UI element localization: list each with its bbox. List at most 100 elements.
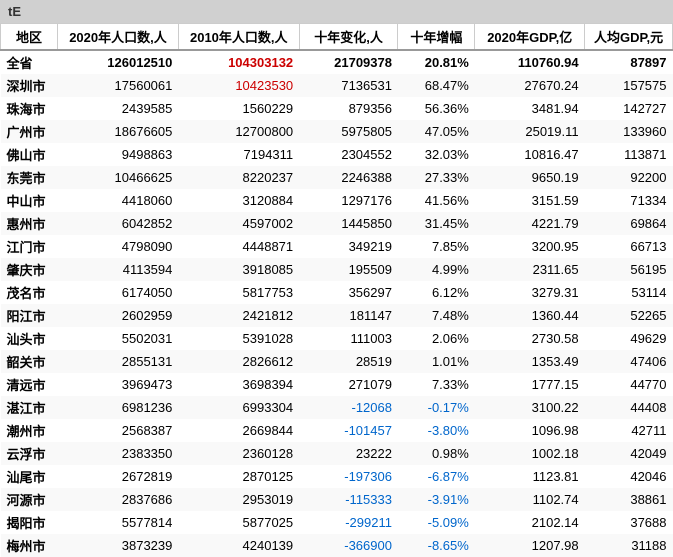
- cell-18-0: 汕尾市: [1, 465, 58, 488]
- cell-12-6: 49629: [585, 327, 673, 350]
- cell-13-3: 28519: [299, 350, 398, 373]
- table-row: 珠海市2439585156022987935656.36%3481.941427…: [1, 97, 673, 120]
- table-row: 清远市396947336983942710797.33%1777.1544770: [1, 373, 673, 396]
- cell-10-2: 5817753: [178, 281, 299, 304]
- cell-3-1: 18676605: [58, 120, 179, 143]
- col-header-2: 2010年人口数,人: [178, 24, 299, 51]
- cell-13-0: 韶关市: [1, 350, 58, 373]
- col-header-0: 地区: [1, 24, 58, 51]
- cell-3-0: 广州市: [1, 120, 58, 143]
- cell-15-3: -12068: [299, 396, 398, 419]
- table-row: 茂名市617405058177533562976.12%3279.3153114: [1, 281, 673, 304]
- cell-20-5: 2102.14: [475, 511, 585, 534]
- table-row: 东莞市104666258220237224638827.33%9650.1992…: [1, 166, 673, 189]
- cell-17-1: 2383350: [58, 442, 179, 465]
- table-row: 云浮市23833502360128232220.98%1002.1842049: [1, 442, 673, 465]
- cell-10-0: 茂名市: [1, 281, 58, 304]
- cell-5-5: 9650.19: [475, 166, 585, 189]
- cell-14-0: 清远市: [1, 373, 58, 396]
- cell-9-6: 56195: [585, 258, 673, 281]
- cell-11-4: 7.48%: [398, 304, 475, 327]
- cell-17-3: 23222: [299, 442, 398, 465]
- cell-21-0: 梅州市: [1, 534, 58, 557]
- cell-5-0: 东莞市: [1, 166, 58, 189]
- cell-20-0: 揭阳市: [1, 511, 58, 534]
- cell-1-4: 68.47%: [398, 74, 475, 97]
- cell-19-0: 河源市: [1, 488, 58, 511]
- cell-8-3: 349219: [299, 235, 398, 258]
- cell-13-1: 2855131: [58, 350, 179, 373]
- cell-14-3: 271079: [299, 373, 398, 396]
- table-row: 佛山市94988637194311230455232.03%10816.4711…: [1, 143, 673, 166]
- cell-1-0: 深圳市: [1, 74, 58, 97]
- cell-7-1: 6042852: [58, 212, 179, 235]
- cell-1-1: 17560061: [58, 74, 179, 97]
- cell-17-0: 云浮市: [1, 442, 58, 465]
- cell-9-3: 195509: [299, 258, 398, 281]
- table-row: 汕头市550203153910281110032.06%2730.5849629: [1, 327, 673, 350]
- col-header-4: 十年增幅: [398, 24, 475, 51]
- data-table: 地区2020年人口数,人2010年人口数,人十年变化,人十年增幅2020年GDP…: [0, 23, 673, 557]
- cell-13-4: 1.01%: [398, 350, 475, 373]
- cell-20-1: 5577814: [58, 511, 179, 534]
- cell-12-1: 5502031: [58, 327, 179, 350]
- cell-11-6: 52265: [585, 304, 673, 327]
- table-row: 惠州市60428524597002144585031.45%4221.79698…: [1, 212, 673, 235]
- cell-4-6: 113871: [585, 143, 673, 166]
- cell-7-4: 31.45%: [398, 212, 475, 235]
- table-row: 中山市44180603120884129717641.56%3151.59713…: [1, 189, 673, 212]
- cell-8-6: 66713: [585, 235, 673, 258]
- table-row: 揭阳市55778145877025-299211-5.09%2102.14376…: [1, 511, 673, 534]
- cell-6-3: 1297176: [299, 189, 398, 212]
- cell-12-5: 2730.58: [475, 327, 585, 350]
- cell-8-5: 3200.95: [475, 235, 585, 258]
- cell-18-2: 2870125: [178, 465, 299, 488]
- cell-11-2: 2421812: [178, 304, 299, 327]
- cell-9-4: 4.99%: [398, 258, 475, 281]
- cell-2-0: 珠海市: [1, 97, 58, 120]
- cell-0-5: 110760.94: [475, 50, 585, 74]
- table-row: 汕尾市26728192870125-197306-6.87%1123.81420…: [1, 465, 673, 488]
- cell-16-0: 潮州市: [1, 419, 58, 442]
- cell-0-1: 126012510: [58, 50, 179, 74]
- cell-9-2: 3918085: [178, 258, 299, 281]
- cell-1-5: 27670.24: [475, 74, 585, 97]
- cell-12-3: 111003: [299, 327, 398, 350]
- cell-18-4: -6.87%: [398, 465, 475, 488]
- cell-16-1: 2568387: [58, 419, 179, 442]
- cell-19-5: 1102.74: [475, 488, 585, 511]
- cell-17-2: 2360128: [178, 442, 299, 465]
- table-row: 梅州市38732394240139-366900-8.65%1207.98311…: [1, 534, 673, 557]
- cell-6-2: 3120884: [178, 189, 299, 212]
- cell-2-5: 3481.94: [475, 97, 585, 120]
- cell-13-6: 47406: [585, 350, 673, 373]
- cell-0-0: 全省: [1, 50, 58, 74]
- cell-3-4: 47.05%: [398, 120, 475, 143]
- cell-20-3: -299211: [299, 511, 398, 534]
- cell-14-1: 3969473: [58, 373, 179, 396]
- cell-10-5: 3279.31: [475, 281, 585, 304]
- cell-13-2: 2826612: [178, 350, 299, 373]
- cell-15-4: -0.17%: [398, 396, 475, 419]
- cell-21-3: -366900: [299, 534, 398, 557]
- cell-8-1: 4798090: [58, 235, 179, 258]
- cell-19-4: -3.91%: [398, 488, 475, 511]
- cell-8-2: 4448871: [178, 235, 299, 258]
- cell-2-1: 2439585: [58, 97, 179, 120]
- cell-1-3: 7136531: [299, 74, 398, 97]
- cell-2-3: 879356: [299, 97, 398, 120]
- cell-14-4: 7.33%: [398, 373, 475, 396]
- cell-17-4: 0.98%: [398, 442, 475, 465]
- cell-10-3: 356297: [299, 281, 398, 304]
- cell-5-4: 27.33%: [398, 166, 475, 189]
- table-row: 韶关市28551312826612285191.01%1353.4947406: [1, 350, 673, 373]
- cell-8-0: 江门市: [1, 235, 58, 258]
- table-row: 河源市28376862953019-115333-3.91%1102.74388…: [1, 488, 673, 511]
- cell-11-3: 181147: [299, 304, 398, 327]
- cell-5-6: 92200: [585, 166, 673, 189]
- table-row: 阳江市260295924218121811477.48%1360.4452265: [1, 304, 673, 327]
- cell-16-4: -3.80%: [398, 419, 475, 442]
- cell-17-6: 42049: [585, 442, 673, 465]
- cell-21-2: 4240139: [178, 534, 299, 557]
- col-header-6: 人均GDP,元: [585, 24, 673, 51]
